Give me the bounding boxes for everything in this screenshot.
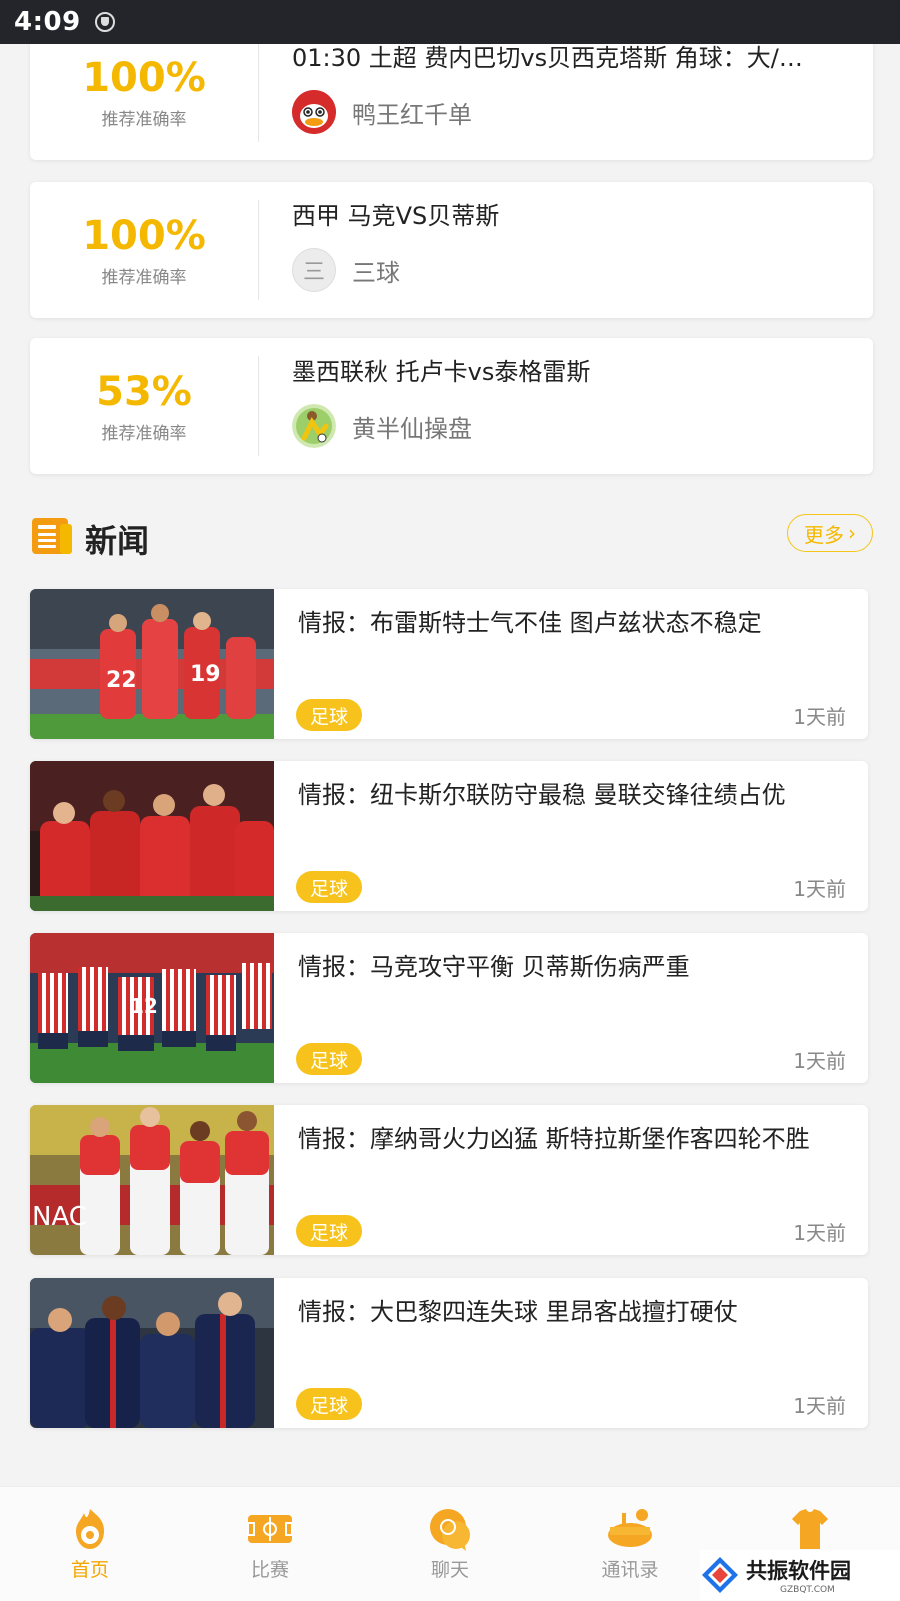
accuracy-label: 推荐准确率 — [101, 109, 187, 130]
news-item[interactable]: NAC 情报：摩纳哥火力凶猛 斯特拉斯堡作客四轮不胜 足球 1天前 — [30, 1105, 868, 1255]
content-scroll[interactable]: 100% 推荐准确率 01:30 土超 费内巴切vs贝西克塔斯 角球：大/… 鸭… — [0, 44, 900, 1486]
news-title: 情报：大巴黎四连失球 里昂客战擅打硬仗 — [298, 1298, 738, 1326]
text-avatar: 三 — [292, 248, 336, 292]
profile-jersey-icon — [786, 1505, 834, 1553]
newspaper-icon — [30, 514, 74, 558]
news-time: 1天前 — [793, 1221, 846, 1245]
news-item[interactable]: 12 情报：马竞攻守平衡 贝蒂斯伤病严重 足球 1天前 — [30, 933, 868, 1083]
tab-label: 比赛 — [250, 1559, 289, 1581]
match-title: 01:30 土超 费内巴切vs贝西克塔斯 角球：大/… — [292, 44, 803, 72]
expert-name: 三球 — [352, 258, 400, 287]
news-thumbnail — [30, 1278, 274, 1428]
expert[interactable]: 鸭王红千单 — [292, 90, 472, 134]
expert[interactable]: 黄半仙操盘 — [292, 404, 472, 448]
accuracy-value: 100% — [82, 212, 206, 259]
accuracy-label: 推荐准确率 — [101, 267, 187, 288]
status-bar: 4:09 — [0, 0, 900, 44]
accuracy-value: 53% — [96, 368, 192, 415]
match-icon — [246, 1505, 294, 1553]
news-time: 1天前 — [793, 1049, 846, 1073]
match-title: 墨西联秋 托卢卡vs泰格雷斯 — [292, 358, 591, 386]
news-item[interactable]: 情报：大巴黎四连失球 里昂客战擅打硬仗 足球 1天前 — [30, 1278, 868, 1428]
news-thumbnail: 12 — [30, 933, 274, 1083]
tab-home[interactable]: 首页 — [0, 1487, 180, 1601]
watermark: 共振软件园 GZBQT.COM — [700, 1550, 900, 1600]
sport-tag: 足球 — [296, 871, 362, 903]
recommendation-card[interactable]: 53% 推荐准确率 墨西联秋 托卢卡vs泰格雷斯 黄半仙操盘 — [30, 338, 873, 474]
watermark-text: 共振软件园 — [746, 1559, 851, 1583]
svg-text:12: 12 — [130, 994, 158, 1018]
tab-label: 聊天 — [430, 1559, 469, 1581]
news-thumbnail — [30, 761, 274, 911]
chevron-right-icon: › — [848, 521, 856, 545]
watermark-logo-icon — [702, 1557, 738, 1593]
player-avatar-icon — [292, 404, 336, 448]
expert-name: 鸭王红千单 — [352, 100, 472, 129]
news-title: 情报：布雷斯特士气不佳 图卢兹状态不稳定 — [298, 609, 762, 637]
tab-match[interactable]: 比赛 — [180, 1487, 360, 1601]
tab-chat[interactable]: 聊天 — [360, 1487, 540, 1601]
news-title: 情报：纽卡斯尔联防守最稳 曼联交锋往绩占优 — [298, 781, 786, 809]
tab-contacts[interactable]: 通讯录 — [540, 1487, 720, 1601]
divider — [258, 356, 259, 456]
divider — [258, 200, 259, 300]
news-header: 新闻 更多 › — [30, 514, 873, 560]
recommendation-card[interactable]: 100% 推荐准确率 西甲 马竞VS贝蒂斯 三 三球 — [30, 182, 873, 318]
accuracy-block: 100% 推荐准确率 — [30, 44, 258, 160]
home-icon — [66, 1505, 114, 1553]
duck-avatar-icon — [292, 90, 336, 134]
chat-icon — [426, 1505, 474, 1553]
shield-icon — [94, 12, 115, 32]
more-label: 更多 — [804, 522, 844, 547]
sport-tag: 足球 — [296, 1215, 362, 1247]
accuracy-value: 100% — [82, 54, 206, 101]
svg-text:NAC: NAC — [32, 1202, 87, 1232]
contacts-icon — [606, 1505, 654, 1553]
expert-name: 黄半仙操盘 — [352, 414, 472, 443]
accuracy-block: 100% 推荐准确率 — [30, 182, 258, 318]
status-time: 4:09 — [14, 7, 81, 37]
news-time: 1天前 — [793, 877, 846, 901]
tab-label: 首页 — [70, 1559, 109, 1581]
divider — [258, 44, 259, 142]
expert[interactable]: 三 三球 — [292, 248, 400, 292]
svg-text:22: 22 — [106, 668, 137, 693]
recommendation-card[interactable]: 100% 推荐准确率 01:30 土超 费内巴切vs贝西克塔斯 角球：大/… 鸭… — [30, 44, 873, 160]
accuracy-label: 推荐准确率 — [101, 423, 187, 444]
sport-tag: 足球 — [296, 699, 362, 731]
more-button[interactable]: 更多 › — [787, 514, 873, 552]
svg-text:19: 19 — [190, 662, 221, 687]
news-item[interactable]: 22 19 情报：布雷斯特士气不佳 图卢兹状态不稳定 足球 1天前 — [30, 589, 868, 739]
sport-tag: 足球 — [296, 1043, 362, 1075]
match-title: 西甲 马竞VS贝蒂斯 — [292, 202, 500, 230]
news-section-title: 新闻 — [85, 522, 150, 560]
watermark-sub: GZBQT.COM — [780, 1585, 835, 1595]
avatar-text: 三 — [302, 260, 325, 285]
news-time: 1天前 — [793, 1394, 846, 1418]
news-title: 情报：摩纳哥火力凶猛 斯特拉斯堡作客四轮不胜 — [298, 1125, 810, 1153]
sport-tag: 足球 — [296, 1388, 362, 1420]
news-thumbnail: 22 19 — [30, 589, 274, 739]
news-time: 1天前 — [793, 705, 846, 729]
tab-label: 通讯录 — [601, 1559, 659, 1581]
news-title: 情报：马竞攻守平衡 贝蒂斯伤病严重 — [298, 953, 690, 981]
news-item[interactable]: 情报：纽卡斯尔联防守最稳 曼联交锋往绩占优 足球 1天前 — [30, 761, 868, 911]
news-thumbnail: NAC — [30, 1105, 274, 1255]
accuracy-block: 53% 推荐准确率 — [30, 338, 258, 474]
